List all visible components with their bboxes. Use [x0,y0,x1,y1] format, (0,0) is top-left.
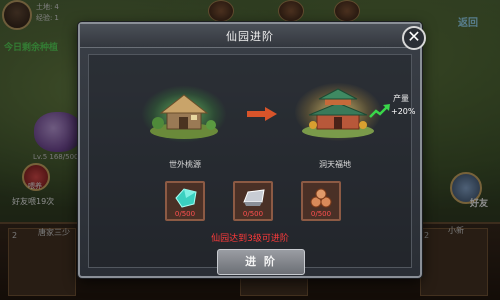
advance-button[interactable]: 进 阶 [217,249,305,275]
material-count: 0/500 [310,210,332,218]
garden-advance-dialog: 仙园进阶 ✕ 产量 +20% 世外桃源 洞天福地 0/500 0/500 0/5… [78,22,426,278]
material-count: 0/500 [242,210,264,218]
material-slot-jade[interactable]: 0/500 [165,181,205,221]
current-garden-name: 世外桃源 [169,160,201,169]
trend-up-icon [369,104,390,118]
next-garden-name: 洞天福地 [319,160,351,169]
arrow-right-icon [247,107,277,121]
jade-crystal-icon [175,188,197,208]
yield-value: +20% [391,107,416,116]
current-garden-image [141,85,227,143]
close-button[interactable]: ✕ [402,26,426,50]
yield-label: 产量 [393,94,409,103]
silver-ingot-icon [243,189,265,206]
wood-logs-icon [310,188,332,208]
advance-requirement-text: 仙园达到3级可进阶 [211,234,289,244]
dialog-title: 仙园进阶 [226,30,274,43]
thatched-house-icon [150,94,218,139]
material-count: 0/500 [174,210,196,218]
dialog-content: 产量 +20% 世外桃源 洞天福地 0/500 0/500 0/500 仙园达到… [88,54,416,275]
material-slot-silver[interactable]: 0/500 [233,181,273,221]
dialog-title-bar: 仙园进阶 [80,24,420,48]
material-slot-wood[interactable]: 0/500 [301,181,341,221]
